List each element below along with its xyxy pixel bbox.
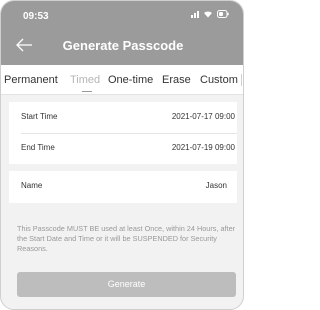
wifi-icon: [203, 10, 213, 18]
phone-screen: 09:53 Generate Passcode Permanent Timed …: [0, 0, 244, 310]
tab-permanent[interactable]: Permanent: [4, 74, 58, 86]
end-time-row[interactable]: End Time 2021-07-19 09:00: [9, 133, 237, 164]
time-settings-card: Start Time 2021-07-17 09:00 End Time 202…: [9, 102, 237, 164]
name-card: Name Jason: [9, 171, 237, 203]
start-time-value: 2021-07-17 09:00: [171, 112, 235, 121]
name-value[interactable]: Jason: [206, 181, 227, 190]
app-header: 09:53 Generate Passcode: [1, 1, 243, 65]
signal-icon: [191, 10, 199, 18]
tab-erase[interactable]: Erase: [162, 74, 191, 86]
battery-icon: [217, 10, 229, 18]
status-time: 09:53: [23, 11, 49, 22]
name-label: Name: [21, 181, 43, 190]
generate-button[interactable]: Generate: [17, 272, 236, 297]
page-title: Generate Passcode: [62, 38, 184, 53]
end-time-label: End Time: [21, 143, 55, 152]
name-row[interactable]: Name Jason: [9, 171, 237, 202]
tab-one-time[interactable]: One-time: [108, 74, 153, 86]
active-tab-indicator: [82, 91, 92, 92]
tab-custom[interactable]: Custom: [200, 74, 238, 86]
tab-divider: [241, 74, 242, 86]
start-time-row[interactable]: Start Time 2021-07-17 09:00: [9, 102, 237, 133]
tab-timed[interactable]: Timed: [70, 74, 100, 86]
passcode-notice: This Passcode MUST BE used at least Once…: [17, 224, 236, 253]
status-icons: [191, 10, 229, 18]
start-time-label: Start Time: [21, 112, 58, 121]
end-time-value: 2021-07-19 09:00: [171, 143, 235, 152]
tab-bar: Permanent Timed One-time Erase Custom: [1, 65, 243, 95]
